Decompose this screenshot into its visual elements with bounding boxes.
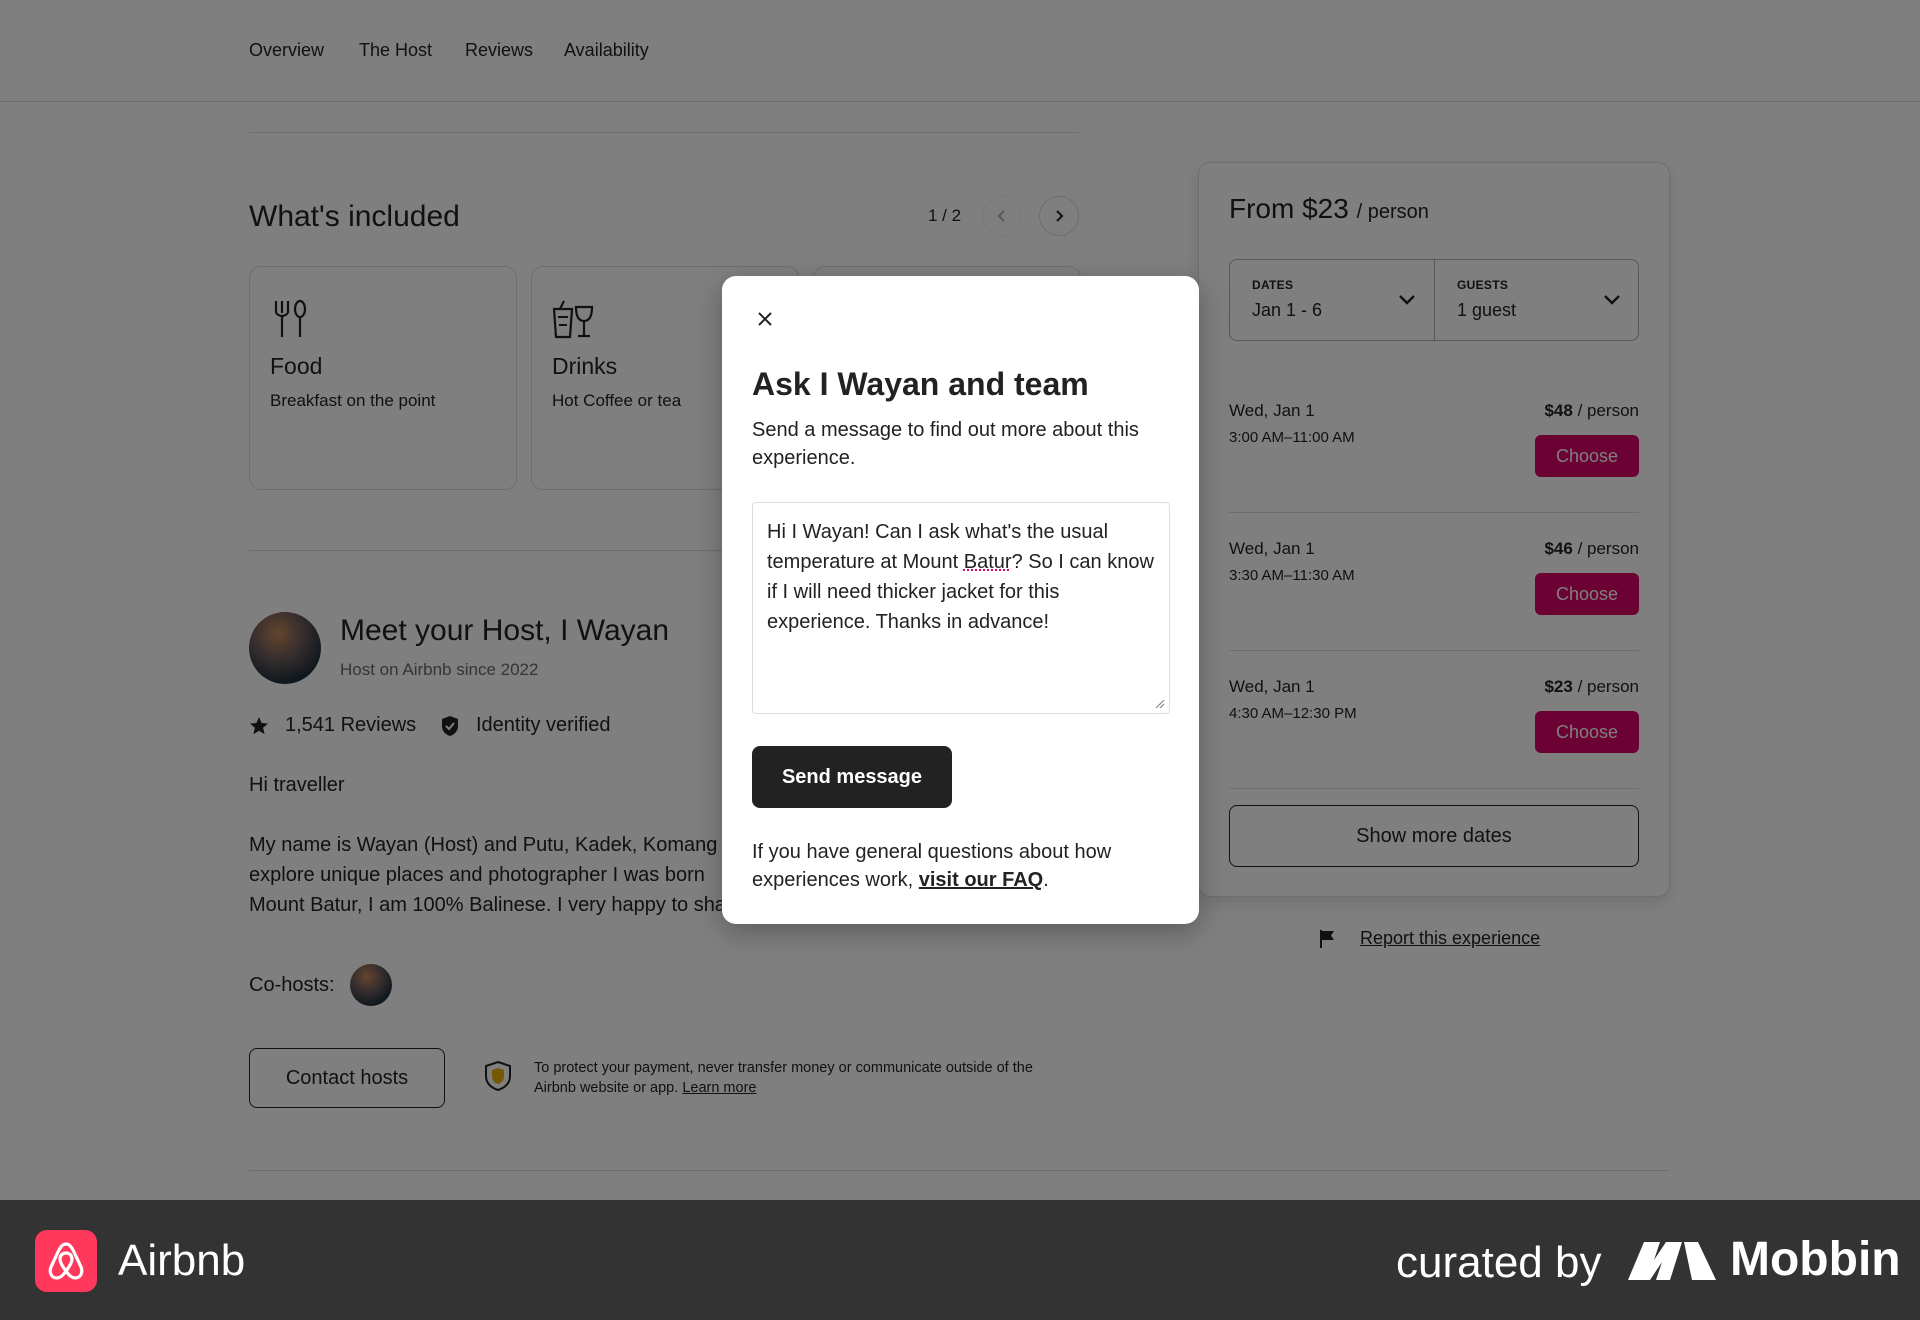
contact-host-modal: Ask I Wayan and team Send a message to f… [722,276,1199,924]
resize-handle-icon[interactable] [1153,697,1165,709]
airbnb-logo-icon [48,1242,84,1280]
faq-note: If you have general questions about how … [752,838,1172,894]
mobbin-logo-icon [1628,1242,1716,1280]
message-misspelled-word: Batur [963,551,1012,573]
faq-link[interactable]: visit our FAQ [919,869,1043,891]
curated-by-label: curated by [1396,1238,1602,1287]
faq-end: . [1043,869,1049,891]
send-message-button[interactable]: Send message [752,746,952,808]
close-icon [758,312,772,326]
modal-description: Send a message to find out more about th… [752,419,1139,469]
message-textarea[interactable]: Hi I Wayan! Can I ask what's the usual t… [752,502,1170,714]
footer-bar: Airbnb curated by Mobbin [0,1200,1920,1320]
modal-title: Ask I Wayan and team [752,366,1089,402]
mobbin-wordmark: Mobbin [1730,1233,1901,1286]
experience-page: Overview The Host Reviews Availability W… [0,0,1920,1200]
close-button[interactable] [750,304,780,334]
footer-brand: Airbnb [118,1236,246,1285]
airbnb-logo [35,1230,97,1292]
